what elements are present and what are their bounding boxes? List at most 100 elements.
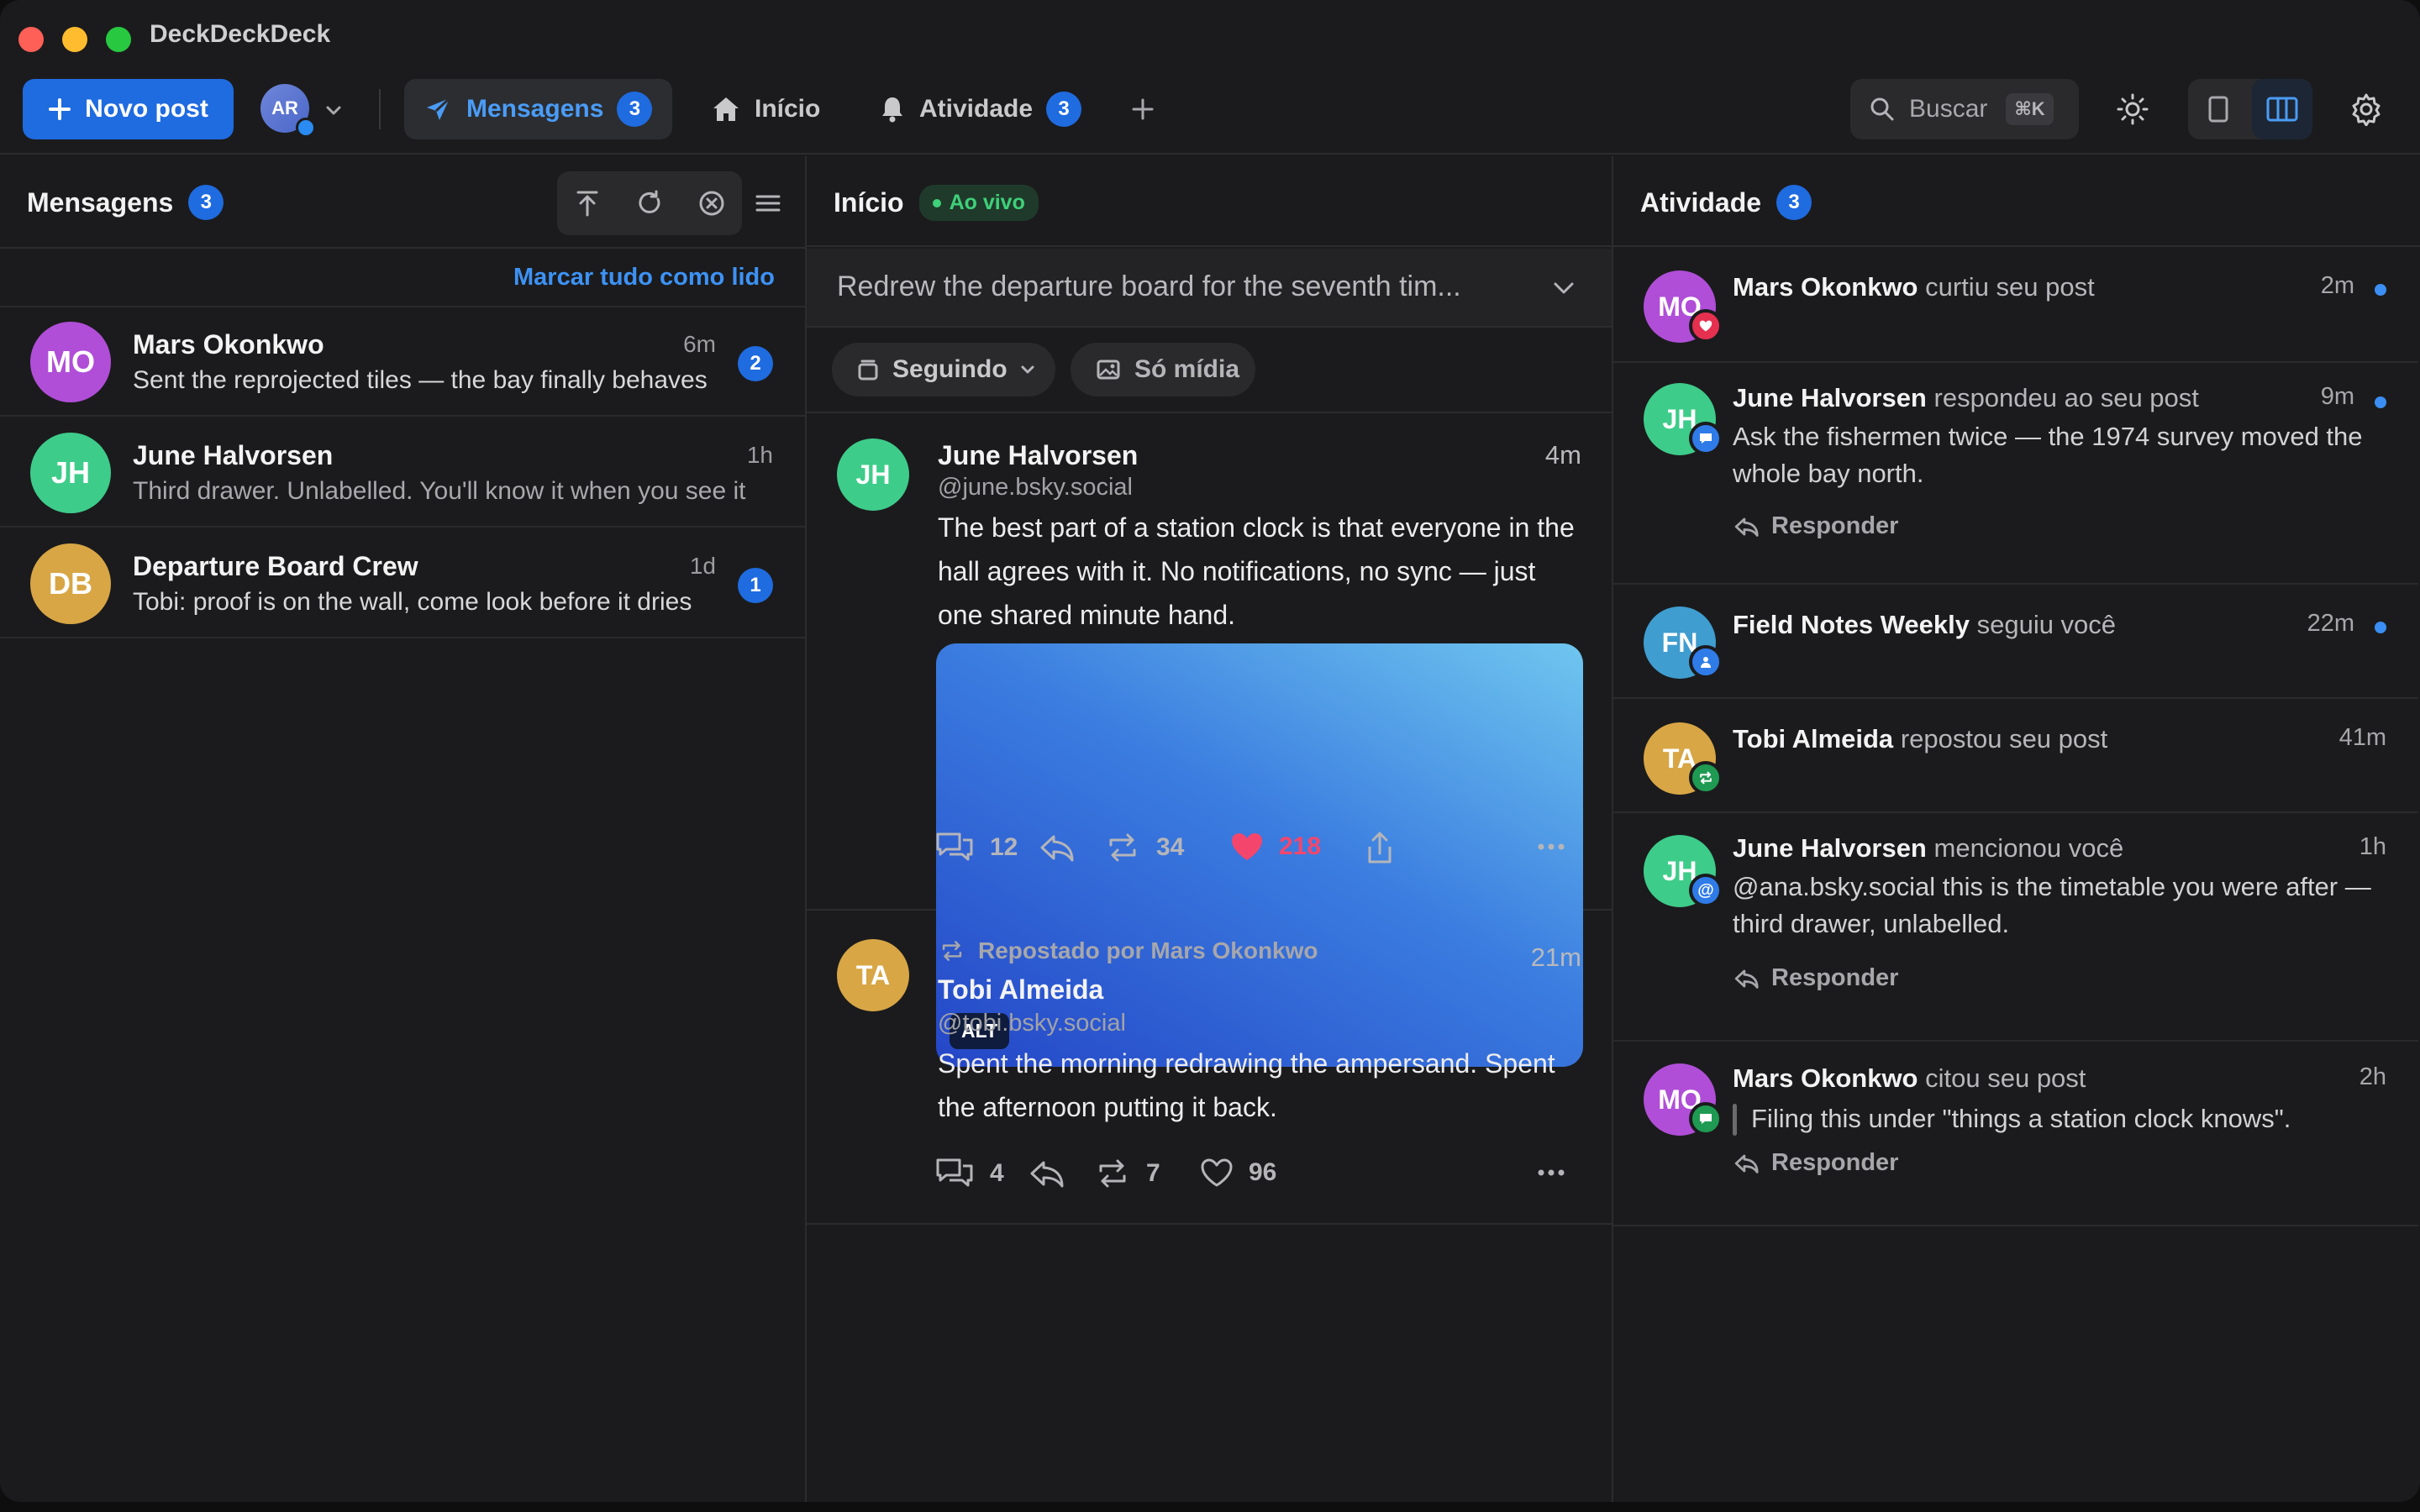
toolbar-divider — [379, 89, 381, 129]
send-icon — [427, 97, 451, 120]
notification-item[interactable]: TA Tobi Almeida repostou seu post 41m — [1613, 699, 2418, 813]
notification-body: Ask the fishermen twice — the 1974 surve… — [1733, 422, 2363, 488]
notification-actor[interactable]: Mars Okonkwo — [1733, 272, 1918, 302]
following-filter-dropdown[interactable]: Seguindo — [832, 343, 1055, 396]
repost-button[interactable]: 7 — [1092, 1156, 1160, 1191]
post-time[interactable]: 21m — [1531, 942, 1581, 973]
column-title: Mensagens 3 — [27, 185, 224, 220]
quick-reply-button[interactable] — [1037, 830, 1076, 865]
repost-count: 7 — [1146, 1159, 1160, 1187]
tab-inicio[interactable]: Início — [691, 79, 840, 139]
account-switcher[interactable]: AR — [260, 84, 345, 138]
sun-icon — [2117, 93, 2149, 125]
close-circle-icon — [699, 191, 724, 216]
reply-button[interactable]: Responder — [1733, 1149, 1898, 1177]
menu-icon — [755, 195, 781, 212]
settings-button[interactable] — [2336, 79, 2396, 139]
home-icon — [713, 97, 739, 121]
close-window-button[interactable] — [18, 27, 44, 52]
refresh-button[interactable] — [619, 173, 680, 234]
avatar: JH — [837, 438, 909, 511]
reply-count-button[interactable]: 4 — [933, 1156, 1004, 1191]
notification-time: 1h — [2359, 833, 2386, 860]
conversation-item[interactable]: MO Mars Okonkwo 6m Sent the reprojected … — [0, 307, 805, 417]
butterfly-icon — [296, 118, 316, 138]
scroll-to-top-button[interactable] — [557, 173, 618, 234]
notification-item[interactable]: FN Field Notes Weekly seguiu você 22m — [1613, 585, 2418, 699]
repost-badge-icon — [1689, 761, 1723, 795]
reply-button[interactable]: Responder — [1733, 964, 1898, 992]
minimize-window-button[interactable] — [62, 27, 87, 52]
mark-all-read-link[interactable]: Marcar tudo como lido — [513, 264, 775, 291]
conversation-item[interactable]: DB Departure Board Crew 1d Tobi: proof i… — [0, 529, 805, 638]
tab-label: Início — [755, 95, 821, 123]
theme-toggle-button[interactable] — [2102, 79, 2163, 139]
conversation-item[interactable]: JH June Halvorsen 1h Third drawer. Unlab… — [0, 418, 805, 528]
home-column: Início Ao vivo Redrew the departure boar… — [807, 156, 1612, 1502]
avatar: DB — [30, 543, 111, 624]
post-author-handle[interactable]: @tobi.bsky.social — [938, 1010, 1126, 1037]
mention-badge-icon: @ — [1689, 874, 1723, 907]
zoom-window-button[interactable] — [106, 27, 131, 52]
repost-icon — [942, 941, 962, 961]
conversation-time: 1d — [689, 553, 716, 579]
post-author-handle[interactable]: @june.bsky.social — [938, 474, 1133, 501]
more-dots-icon — [1538, 1169, 1565, 1176]
notification-actor[interactable]: Tobi Almeida — [1733, 724, 1893, 753]
notification-body: @ana.bsky.social this is the timetable y… — [1733, 872, 2371, 938]
notification-actor[interactable]: Mars Okonkwo — [1733, 1063, 1918, 1093]
repost-button[interactable]: 34 — [1102, 830, 1184, 865]
unread-dot-icon — [2375, 284, 2386, 296]
notification-action: citou seu post — [1925, 1063, 2086, 1093]
notification-item[interactable]: MO Mars Okonkwo citou seu post 2h Filing… — [1613, 1042, 2418, 1226]
notification-text: June Halvorsen respondeu ao seu post — [1733, 383, 2199, 413]
tab-mensagens[interactable]: Mensagens 3 — [404, 79, 673, 139]
search-shortcut: ⌘K — [2006, 93, 2054, 125]
multi-column-layout-button[interactable] — [2252, 79, 2312, 139]
post-more-button[interactable] — [1534, 830, 1568, 864]
notification-actor[interactable]: June Halvorsen — [1733, 833, 1927, 863]
column-actions — [557, 171, 742, 235]
composer-preview-text: Redrew the departure board for the seven… — [837, 270, 1461, 302]
search-label: Buscar — [1909, 95, 1988, 123]
close-column-button[interactable] — [681, 173, 742, 234]
like-badge-icon — [1689, 309, 1723, 343]
post[interactable]: JH June Halvorsen @june.bsky.social 4m T… — [807, 413, 1612, 1067]
reply-count-button[interactable]: 12 — [933, 830, 1018, 865]
like-count: 96 — [1249, 1158, 1277, 1186]
post-author-name[interactable]: June Halvorsen — [938, 440, 1138, 471]
quick-reply-button[interactable] — [1027, 1156, 1065, 1191]
reply-badge-icon — [1689, 422, 1723, 455]
messages-column: Mensagens 3 Marcar tudo como lido MO Mar… — [0, 156, 805, 1502]
conversation-name: Departure Board Crew — [133, 551, 418, 581]
media-only-filter-button[interactable]: Só mídia — [1071, 343, 1255, 396]
notification-actor[interactable]: June Halvorsen — [1733, 383, 1927, 412]
reply-button[interactable]: Responder — [1733, 512, 1898, 540]
more-dots-icon — [1538, 843, 1565, 850]
notification-item[interactable]: MO Mars Okonkwo curtiu seu post 2m — [1613, 249, 2418, 363]
composer-preview[interactable]: Redrew the departure board for the seven… — [807, 249, 1612, 328]
column-menu-button[interactable] — [738, 173, 798, 234]
post[interactable]: Repostado por Mars Okonkwo TA Tobi Almei… — [807, 912, 1612, 1225]
tab-atividade[interactable]: Atividade 3 — [859, 79, 1102, 139]
share-button[interactable] — [1363, 830, 1397, 867]
single-column-layout-button[interactable] — [2188, 79, 2249, 139]
like-button[interactable]: 218 — [1228, 830, 1321, 864]
filter-label: Só mídia — [1134, 355, 1240, 383]
post-author-name[interactable]: Tobi Almeida — [938, 974, 1103, 1005]
notification-action: mencionou você — [1933, 833, 2124, 863]
post-time[interactable]: 4m — [1545, 440, 1581, 470]
add-column-button[interactable] — [1113, 79, 1173, 139]
like-button[interactable]: 96 — [1198, 1156, 1276, 1189]
reply-arrow-icon — [1734, 517, 1759, 537]
new-post-button[interactable]: Novo post — [23, 79, 234, 139]
search-button[interactable]: Buscar ⌘K — [1850, 79, 2079, 139]
post-more-button[interactable] — [1534, 1156, 1568, 1189]
activity-column: Atividade 3 MO Mars Okonkwo curtiu seu p… — [1613, 156, 2420, 1502]
avatar: JH — [30, 433, 111, 513]
notification-item[interactable]: JH June Halvorsen respondeu ao seu post … — [1613, 363, 2418, 585]
notification-actor[interactable]: Field Notes Weekly — [1733, 610, 1970, 639]
notification-time: 22m — [2307, 610, 2354, 637]
notification-item[interactable]: JH @ June Halvorsen mencionou você 1h @a… — [1613, 813, 2418, 1042]
reply-label: Responder — [1771, 964, 1899, 991]
